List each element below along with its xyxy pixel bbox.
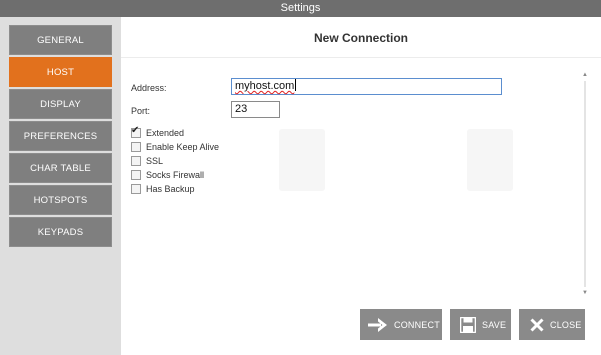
sidebar-item-general[interactable]: GENERAL [9, 25, 112, 55]
settings-sidebar: GENERAL HOST DISPLAY PREFERENCES CHAR TA… [0, 17, 121, 355]
background-ghost-shape [279, 129, 325, 191]
checkbox-ssl[interactable]: SSL [131, 154, 163, 167]
window-titlebar: Settings [0, 0, 601, 17]
close-label: CLOSE [550, 319, 582, 330]
connect-button[interactable]: CONNECT [360, 309, 442, 340]
sidebar-item-label: DISPLAY [40, 99, 81, 110]
connection-panel: New Connection Address: myhost.com Port:… [121, 17, 601, 355]
vertical-scrollbar[interactable]: ▲ ▼ [580, 71, 590, 297]
arrow-right-icon [368, 317, 388, 332]
save-label: SAVE [482, 319, 507, 330]
checkbox-socks-firewall[interactable]: Socks Firewall [131, 168, 204, 181]
checkbox-has-backup[interactable]: Has Backup [131, 182, 195, 195]
text-caret [295, 79, 297, 91]
port-label: Port: [131, 106, 151, 116]
port-value: 23 [235, 103, 248, 115]
sidebar-item-label: CHAR TABLE [30, 163, 91, 174]
address-input[interactable]: myhost.com [231, 78, 502, 95]
address-label: Address: [131, 83, 167, 93]
checkbox-box[interactable] [131, 183, 141, 194]
checkbox-box[interactable] [131, 141, 141, 152]
scroll-up-icon[interactable]: ▲ [580, 71, 590, 79]
sidebar-item-label: PREFERENCES [23, 131, 98, 142]
sidebar-item-keypads[interactable]: KEYPADS [9, 217, 112, 247]
sidebar-item-host[interactable]: HOST [9, 57, 112, 87]
sidebar-item-hotspots[interactable]: HOTSPOTS [9, 185, 112, 215]
checkbox-box[interactable] [131, 169, 141, 180]
sidebar-item-label: HOST [46, 67, 75, 78]
checkbox-label: Extended [146, 127, 185, 138]
window-title: Settings [280, 2, 321, 14]
sidebar-item-label: HOTSPOTS [33, 195, 88, 206]
checkbox-box[interactable]: ✔ [131, 124, 141, 138]
panel-title: New Connection [313, 31, 408, 45]
sidebar-item-char-table[interactable]: CHAR TABLE [9, 153, 112, 183]
port-input[interactable]: 23 [231, 101, 280, 118]
sidebar-item-preferences[interactable]: PREFERENCES [9, 121, 112, 151]
address-value: myhost.com [235, 80, 295, 92]
checkmark-icon: ✔ [131, 124, 140, 136]
title-divider [121, 57, 601, 58]
save-button[interactable]: SAVE [450, 309, 511, 340]
checkbox-label: Socks Firewall [146, 169, 205, 180]
connect-label: CONNECT [394, 319, 440, 330]
scroll-down-icon[interactable]: ▼ [580, 289, 590, 297]
scroll-track[interactable] [584, 81, 586, 287]
sidebar-item-label: GENERAL [37, 35, 84, 46]
close-x-icon [530, 317, 544, 332]
floppy-disk-icon [460, 316, 476, 333]
checkbox-extended[interactable]: ✔ Extended [131, 124, 185, 139]
sidebar-item-display[interactable]: DISPLAY [9, 89, 112, 119]
close-button[interactable]: CLOSE [519, 309, 585, 340]
checkbox-label: SSL [146, 155, 164, 166]
checkbox-label: Has Backup [146, 183, 195, 194]
background-ghost-shape [467, 129, 513, 191]
checkbox-box[interactable] [131, 155, 141, 166]
sidebar-item-label: KEYPADS [37, 227, 84, 238]
checkbox-label: Enable Keep Alive [146, 141, 220, 152]
checkbox-enable-keep-alive[interactable]: Enable Keep Alive [131, 140, 219, 153]
